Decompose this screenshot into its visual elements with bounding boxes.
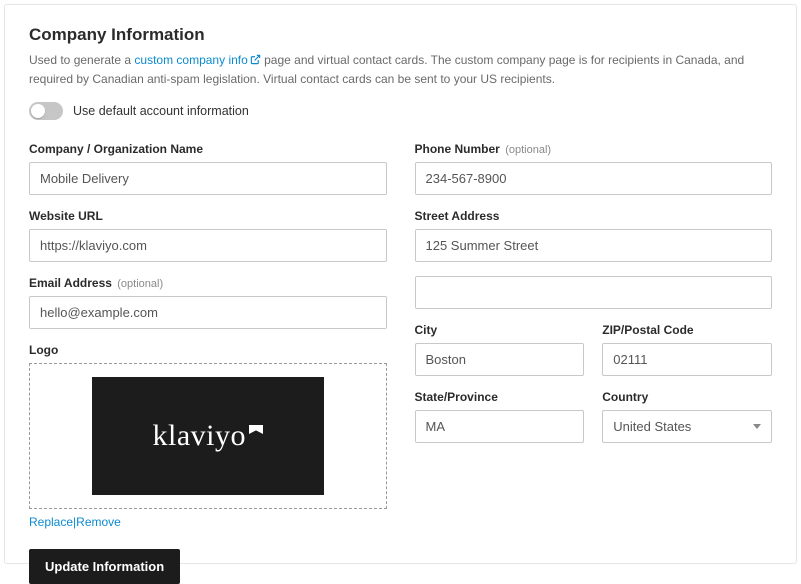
default-account-toggle-row: Use default account information (29, 102, 772, 120)
logo-flag-icon (249, 425, 263, 439)
toggle-knob (31, 104, 45, 118)
optional-hint: (optional) (117, 278, 163, 290)
street-label: Street Address (415, 209, 773, 223)
street-input[interactable] (415, 229, 773, 262)
toggle-label: Use default account information (73, 104, 249, 118)
zip-input[interactable] (602, 343, 772, 376)
company-information-card: Company Information Used to generate a c… (4, 4, 797, 564)
zip-label: ZIP/Postal Code (602, 323, 772, 337)
update-information-button[interactable]: Update Information (29, 549, 180, 584)
state-label: State/Province (415, 390, 585, 404)
logo-remove-link[interactable]: Remove (76, 515, 121, 529)
country-label: Country (602, 390, 772, 404)
email-label: Email Address (optional) (29, 276, 387, 290)
logo-brand-text: klaviyo (153, 419, 264, 453)
logo-image: klaviyo (92, 377, 324, 495)
company-input[interactable] (29, 162, 387, 195)
form-columns: Company / Organization Name Website URL … (29, 142, 772, 584)
phone-input[interactable] (415, 162, 773, 195)
phone-label: Phone Number (optional) (415, 142, 773, 156)
custom-company-info-link[interactable]: custom company info (134, 53, 260, 67)
street2-input[interactable] (415, 276, 773, 309)
chevron-down-icon (753, 424, 761, 429)
desc-pre: Used to generate a (29, 53, 134, 67)
external-link-icon (250, 52, 261, 70)
section-title: Company Information (29, 25, 772, 45)
country-value: United States (613, 419, 691, 434)
state-input[interactable] (415, 410, 585, 443)
left-column: Company / Organization Name Website URL … (29, 142, 387, 584)
section-description: Used to generate a custom company info p… (29, 51, 772, 88)
company-label: Company / Organization Name (29, 142, 387, 156)
logo-replace-link[interactable]: Replace (29, 515, 73, 529)
logo-actions: Replace|Remove (29, 515, 387, 529)
right-column: Phone Number (optional) Street Address C… (415, 142, 773, 584)
logo-label: Logo (29, 343, 387, 357)
city-label: City (415, 323, 585, 337)
city-input[interactable] (415, 343, 585, 376)
country-select[interactable]: United States (602, 410, 772, 443)
logo-dropzone[interactable]: klaviyo (29, 363, 387, 509)
default-account-toggle[interactable] (29, 102, 63, 120)
optional-hint: (optional) (505, 144, 551, 156)
email-input[interactable] (29, 296, 387, 329)
website-input[interactable] (29, 229, 387, 262)
website-label: Website URL (29, 209, 387, 223)
